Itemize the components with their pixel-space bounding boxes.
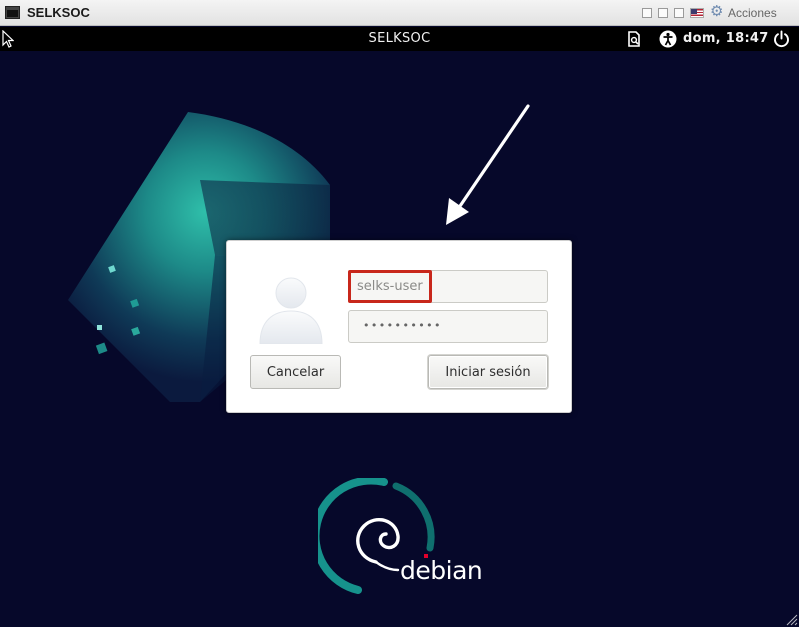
user-avatar-icon bbox=[259, 277, 323, 344]
topbar-title: SELKSOC bbox=[368, 31, 431, 46]
power-icon[interactable] bbox=[773, 30, 790, 48]
sign-in-button[interactable]: Iniciar sesión bbox=[428, 355, 548, 389]
keyboard-layout-flag-icon[interactable] bbox=[690, 8, 704, 18]
password-mask: •••••••••• bbox=[363, 319, 442, 332]
maximize-button[interactable] bbox=[674, 8, 684, 18]
annotation-arrow bbox=[446, 104, 530, 225]
window-titlebar: SELKSOC ⚙ Acciones bbox=[0, 0, 799, 26]
actions-menu-button[interactable]: Acciones bbox=[728, 6, 777, 20]
gnome-top-bar: SELKSOC dom, 18:47 bbox=[0, 27, 799, 51]
app-window-icon bbox=[5, 6, 20, 19]
debian-wordmark: debian bbox=[400, 556, 483, 585]
resize-grip-icon[interactable] bbox=[784, 612, 798, 626]
cancel-button[interactable]: Cancelar bbox=[250, 355, 341, 389]
accessibility-icon[interactable] bbox=[659, 30, 677, 48]
password-field[interactable]: •••••••••• bbox=[348, 310, 548, 343]
clock[interactable]: dom, 18:47 bbox=[683, 31, 769, 46]
restore-button[interactable] bbox=[658, 8, 668, 18]
document-icon[interactable] bbox=[627, 31, 642, 47]
window-title: SELKSOC bbox=[27, 5, 90, 20]
minimize-button[interactable] bbox=[642, 8, 652, 18]
gear-icon[interactable]: ⚙ bbox=[710, 4, 723, 19]
username-highlight-box bbox=[348, 270, 432, 303]
